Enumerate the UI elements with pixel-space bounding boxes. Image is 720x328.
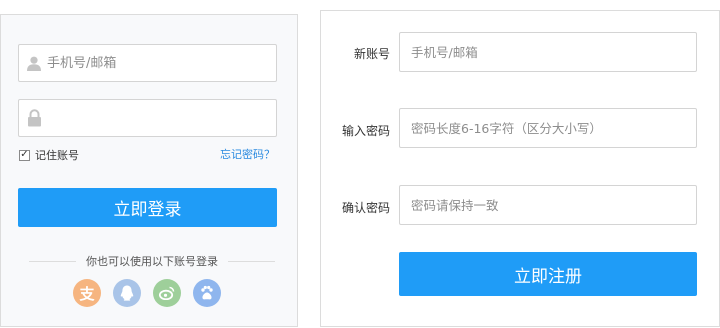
- new-account-field: [399, 32, 697, 72]
- confirm-password-input[interactable]: [411, 186, 691, 224]
- divider-line-left: [29, 260, 76, 262]
- qq-icon[interactable]: [113, 279, 141, 307]
- social-login-row: 支: [73, 279, 233, 307]
- password-input[interactable]: [47, 100, 267, 136]
- confirm-password-label: 确认密码: [341, 201, 390, 215]
- baidu-icon[interactable]: [193, 279, 221, 307]
- enter-password-label: 输入密码: [341, 124, 390, 138]
- lock-icon: [27, 109, 42, 131]
- forgot-password-link[interactable]: 忘记密码？: [220, 146, 275, 162]
- account-input[interactable]: [47, 45, 267, 81]
- alipay-icon[interactable]: 支: [73, 279, 101, 307]
- alipay-glyph: 支: [79, 284, 95, 303]
- user-icon: [27, 56, 41, 75]
- remember-checkbox[interactable]: ✓: [19, 149, 30, 161]
- remember-label: 记住账号: [35, 149, 79, 162]
- divider-line-right: [228, 260, 275, 262]
- weibo-icon[interactable]: [153, 279, 181, 307]
- confirm-password-field: [399, 185, 697, 225]
- enter-password-field: [399, 108, 697, 148]
- register-panel: 新账号 输入密码 确认密码 立即注册: [320, 10, 720, 327]
- alt-login-text: 你也可以使用以下账号登录: [86, 255, 218, 268]
- login-button[interactable]: 立即登录: [18, 188, 277, 227]
- new-account-label: 新账号: [353, 47, 390, 61]
- login-panel: ✓ 记住账号 忘记密码？ 立即登录 你也可以使用以下账号登录 支: [0, 14, 298, 327]
- register-button[interactable]: 立即注册: [399, 252, 697, 296]
- password-field: [18, 99, 277, 137]
- remember-account[interactable]: ✓ 记住账号: [19, 147, 79, 163]
- account-field: [18, 44, 277, 82]
- alt-login-divider: 你也可以使用以下账号登录: [29, 253, 275, 269]
- enter-password-input[interactable]: [411, 109, 691, 147]
- new-account-input[interactable]: [411, 33, 691, 71]
